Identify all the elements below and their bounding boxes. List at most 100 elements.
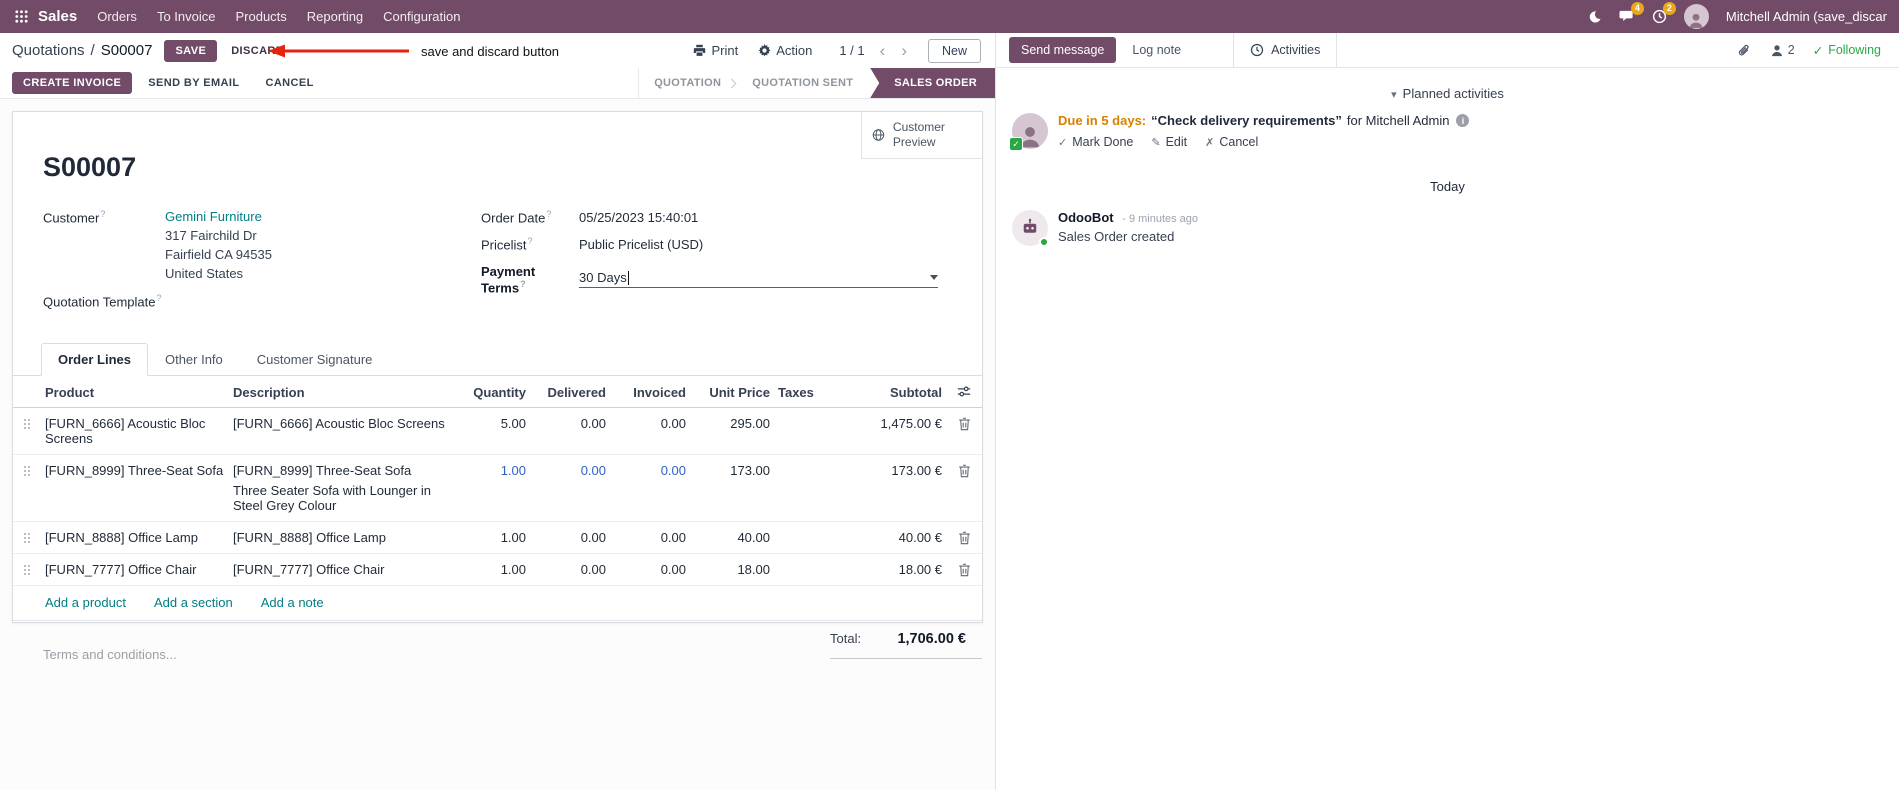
followers-button[interactable]: 2	[1770, 43, 1795, 57]
delete-row-icon[interactable]	[958, 531, 971, 545]
cell-product[interactable]: [FURN_7777] Office Chair	[41, 554, 229, 585]
cancel-activity-button[interactable]: ✗ Cancel	[1205, 135, 1258, 149]
col-description[interactable]: Description	[229, 376, 454, 407]
action-button[interactable]: Action	[751, 39, 819, 62]
cell-taxes[interactable]	[774, 455, 840, 521]
cell-invoiced[interactable]: 0.00	[610, 522, 690, 553]
menu-to-invoice[interactable]: To Invoice	[147, 2, 226, 31]
col-invoiced[interactable]: Invoiced	[610, 376, 690, 407]
cell-invoiced[interactable]: 0.00	[610, 554, 690, 585]
col-quantity[interactable]: Quantity	[454, 376, 530, 407]
info-icon[interactable]: i	[1456, 114, 1470, 127]
order-line-row[interactable]: [FURN_8999] Three-Seat Sofa [FURN_8999] …	[13, 455, 982, 523]
terms-placeholder[interactable]: Terms and conditions...	[43, 647, 177, 662]
menu-orders[interactable]: Orders	[87, 2, 147, 31]
cell-description[interactable]: [FURN_8999] Three-Seat Sofa Three Seater …	[229, 455, 454, 521]
cell-description[interactable]: [FURN_7777] Office Chair	[229, 554, 454, 585]
print-button[interactable]: Print	[686, 39, 745, 62]
following-button[interactable]: ✓ Following	[1813, 43, 1881, 58]
cell-quantity[interactable]: 1.00	[454, 455, 530, 521]
app-name[interactable]: Sales	[34, 8, 87, 25]
log-note-button[interactable]: Log note	[1120, 37, 1193, 63]
cell-unit-price[interactable]: 295.00	[690, 408, 774, 454]
drag-handle-icon[interactable]	[13, 522, 41, 553]
col-delivered[interactable]: Delivered	[530, 376, 610, 407]
cell-product[interactable]: [FURN_8888] Office Lamp	[41, 522, 229, 553]
add-product-link[interactable]: Add a product	[45, 595, 126, 610]
odoobot-avatar[interactable]	[1012, 210, 1049, 247]
tab-order-lines[interactable]: Order Lines	[41, 343, 148, 377]
cell-taxes[interactable]	[774, 408, 840, 454]
planned-activities-toggle[interactable]: ▾ Planned activities	[996, 86, 1899, 101]
breadcrumb-quotations[interactable]: Quotations	[12, 42, 85, 59]
col-unit-price[interactable]: Unit Price	[690, 376, 774, 407]
pager-next-icon[interactable]: ›	[896, 42, 912, 59]
cell-invoiced[interactable]: 0.00	[610, 455, 690, 521]
drag-handle-icon[interactable]	[13, 408, 41, 454]
cell-delivered[interactable]: 0.00	[530, 554, 610, 585]
col-taxes[interactable]: Taxes	[774, 376, 840, 407]
activity-avatar[interactable]: ✓	[1009, 113, 1048, 151]
tab-customer-signature[interactable]: Customer Signature	[240, 343, 390, 376]
delete-row-icon[interactable]	[958, 417, 971, 431]
order-line-row[interactable]: [FURN_7777] Office Chair [FURN_7777] Off…	[13, 554, 982, 587]
drag-handle-icon[interactable]	[13, 554, 41, 585]
optional-columns-button[interactable]	[946, 376, 982, 407]
customer-preview-button[interactable]: Customer Preview	[861, 112, 982, 159]
drag-handle-icon[interactable]	[13, 455, 41, 521]
create-invoice-button[interactable]: CREATE INVOICE	[12, 72, 133, 94]
activities-clock-icon[interactable]: 2	[1652, 2, 1676, 24]
payment-terms-input[interactable]: 30 Days	[579, 270, 938, 289]
col-subtotal[interactable]: Subtotal	[840, 376, 946, 407]
menu-reporting[interactable]: Reporting	[297, 2, 373, 31]
cancel-button[interactable]: CANCEL	[255, 73, 323, 93]
order-line-row[interactable]: [FURN_6666] Acoustic Bloc Screens [FURN_…	[13, 408, 982, 456]
mark-done-button[interactable]: ✓ Mark Done	[1058, 135, 1133, 149]
status-step-sales-order[interactable]: SALES ORDER	[870, 68, 995, 98]
cell-description[interactable]: [FURN_6666] Acoustic Bloc Screens	[229, 408, 454, 454]
save-button[interactable]: SAVE	[164, 39, 218, 62]
cell-unit-price[interactable]: 173.00	[690, 455, 774, 521]
dropdown-caret-icon[interactable]	[930, 275, 938, 281]
cell-product[interactable]: [FURN_6666] Acoustic Bloc Screens	[41, 408, 229, 454]
delete-row-icon[interactable]	[958, 464, 971, 478]
send-by-email-button[interactable]: SEND BY EMAIL	[138, 73, 249, 93]
send-message-button[interactable]: Send message	[1009, 37, 1117, 63]
message-author[interactable]: OdooBot	[1058, 210, 1114, 225]
delete-row-icon[interactable]	[958, 563, 971, 577]
cell-product[interactable]: [FURN_8999] Three-Seat Sofa	[41, 455, 229, 521]
pricelist-field[interactable]: Public Pricelist (USD)	[579, 237, 703, 252]
messages-icon[interactable]: 4	[1619, 2, 1644, 24]
cell-unit-price[interactable]: 40.00	[690, 522, 774, 553]
cell-description[interactable]: [FURN_8888] Office Lamp	[229, 522, 454, 553]
menu-products[interactable]: Products	[225, 2, 296, 31]
new-button[interactable]: New	[927, 38, 981, 63]
cell-quantity[interactable]: 1.00	[454, 554, 530, 585]
add-section-link[interactable]: Add a section	[154, 595, 233, 610]
tab-other-info[interactable]: Other Info	[148, 343, 240, 376]
apps-grid-icon[interactable]	[8, 4, 34, 30]
edit-activity-button[interactable]: ✎ Edit	[1151, 135, 1187, 149]
cell-delivered[interactable]: 0.00	[530, 455, 610, 521]
menu-configuration[interactable]: Configuration	[373, 2, 470, 31]
cell-invoiced[interactable]: 0.00	[610, 408, 690, 454]
cell-delivered[interactable]: 0.00	[530, 522, 610, 553]
status-step-quotation[interactable]: QUOTATION	[639, 68, 736, 98]
add-note-link[interactable]: Add a note	[261, 595, 324, 610]
attachments-button[interactable]	[1737, 43, 1752, 58]
cell-quantity[interactable]: 1.00	[454, 522, 530, 553]
cell-taxes[interactable]	[774, 522, 840, 553]
activities-tab[interactable]: Activities	[1233, 33, 1338, 67]
user-avatar[interactable]	[1683, 4, 1709, 29]
order-line-row[interactable]: [FURN_8888] Office Lamp [FURN_8888] Offi…	[13, 522, 982, 555]
cell-taxes[interactable]	[774, 554, 840, 585]
order-date-field[interactable]: 05/25/2023 15:40:01	[579, 210, 698, 225]
user-name[interactable]: Mitchell Admin (save_discar	[1726, 9, 1887, 24]
record-title[interactable]: S00007	[43, 152, 982, 183]
cell-delivered[interactable]: 0.00	[530, 408, 610, 454]
cell-quantity[interactable]: 5.00	[454, 408, 530, 454]
customer-link[interactable]: Gemini Furniture	[165, 209, 262, 224]
status-step-quotation-sent[interactable]: QUOTATION SENT	[737, 68, 868, 98]
pager-previous-icon[interactable]: ‹	[875, 42, 891, 59]
moon-icon[interactable]	[1588, 10, 1602, 24]
